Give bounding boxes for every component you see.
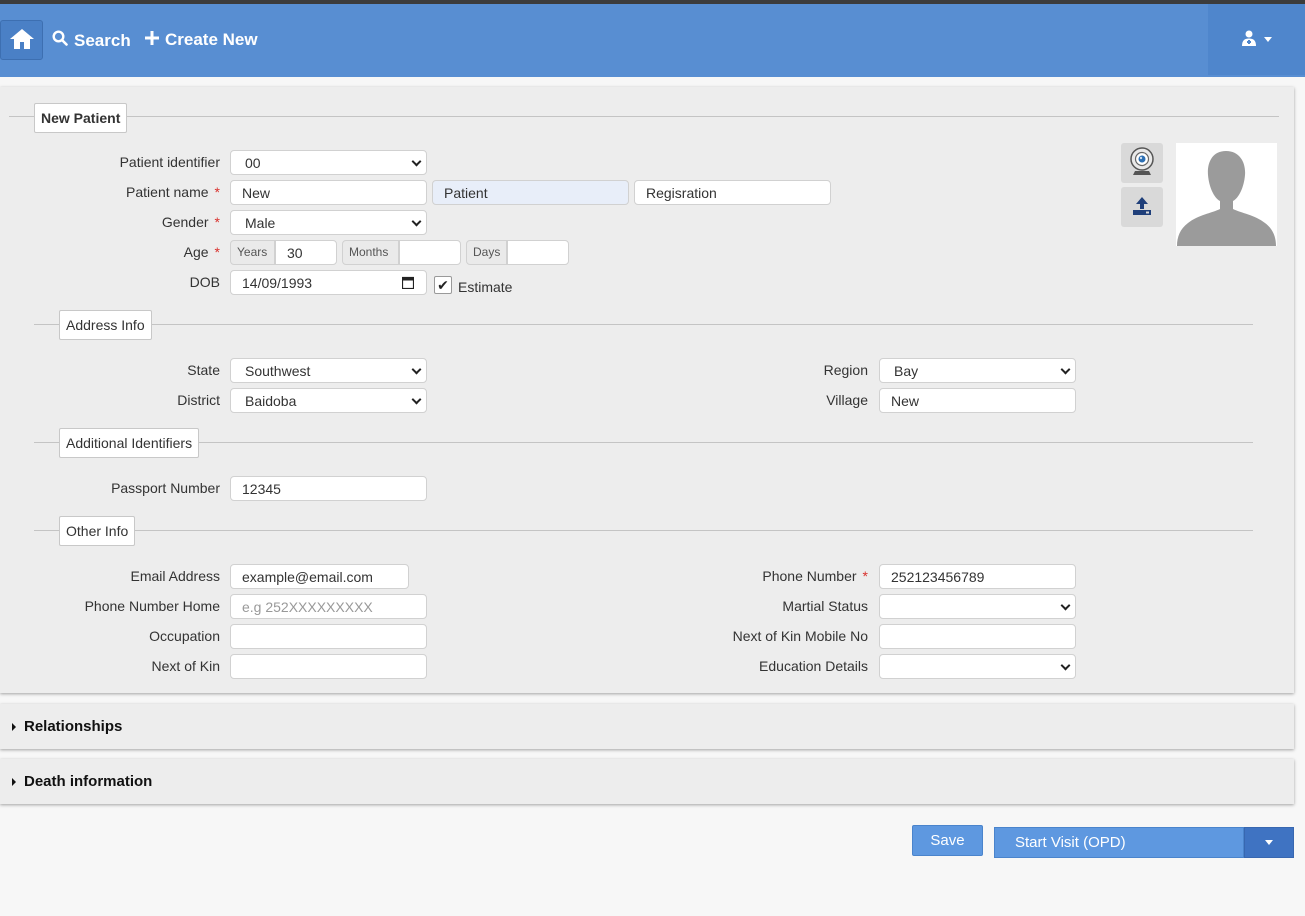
occupation-input[interactable] (230, 624, 427, 649)
age-days-input[interactable] (507, 240, 569, 265)
age-years-input[interactable]: 30 (275, 240, 337, 265)
start-visit-dropdown-button[interactable] (1244, 827, 1294, 858)
phone-number-label: Phone Number * (762, 568, 868, 584)
chevron-down-icon (1060, 660, 1071, 671)
gender-label: Gender * (161, 214, 220, 230)
district-label: District (177, 392, 220, 408)
address-info-legend: Address Info (59, 310, 152, 340)
age-label: Age * (183, 244, 220, 260)
new-patient-panel: New Patient Patient identifier 00 Patien… (0, 87, 1294, 693)
other-info-legend: Other Info (59, 516, 136, 546)
region-select[interactable]: Bay (879, 358, 1076, 383)
death-information-section-toggle[interactable]: Death information (0, 759, 1294, 804)
chevron-down-icon (1060, 600, 1071, 611)
state-select[interactable]: Southwest (230, 358, 427, 383)
passport-number-label: Passport Number (111, 480, 220, 496)
education-details-label: Education Details (759, 658, 868, 674)
divider (9, 116, 1279, 117)
last-name-input[interactable]: Regisration (634, 180, 831, 205)
caret-right-icon (12, 777, 16, 786)
chevron-down-icon (1265, 840, 1273, 845)
next-of-kin-label: Next of Kin (151, 658, 220, 674)
patient-identifier-label: Patient identifier (119, 154, 220, 170)
patient-name-label: Patient name * (126, 184, 220, 200)
first-name-input[interactable]: New (230, 180, 427, 205)
chevron-down-icon (411, 394, 422, 405)
passport-number-input[interactable]: 12345 (230, 476, 427, 501)
chevron-down-icon (411, 364, 422, 375)
region-label: Region (823, 362, 868, 378)
dob-date-input[interactable]: 14/09/1993 (230, 270, 427, 295)
middle-name-input[interactable]: Patient (432, 180, 629, 205)
phone-number-home-label: Phone Number Home (84, 598, 220, 614)
webcam-icon (1129, 146, 1155, 180)
search-label: Search (74, 30, 131, 50)
search-link[interactable]: Search (52, 30, 131, 51)
chevron-down-icon (1060, 364, 1071, 375)
email-address-input[interactable]: example@email.com (230, 564, 409, 589)
webcam-capture-button[interactable] (1121, 143, 1163, 183)
village-input[interactable]: New (879, 388, 1076, 413)
divider (34, 530, 1253, 531)
marital-status-select[interactable] (879, 594, 1076, 619)
days-addon: Days (466, 240, 507, 265)
create-new-link[interactable]: Create New (145, 30, 258, 50)
chevron-down-icon (411, 156, 422, 167)
create-new-label: Create New (165, 30, 258, 49)
death-information-title: Death information (24, 773, 153, 790)
next-of-kin-mobile-label: Next of Kin Mobile No (732, 628, 868, 644)
village-label: Village (826, 392, 868, 408)
phone-number-input[interactable]: 252123456789 (879, 564, 1076, 589)
home-button[interactable] (0, 20, 43, 60)
next-of-kin-mobile-input[interactable] (879, 624, 1076, 649)
search-icon (52, 30, 68, 51)
chevron-down-icon (411, 216, 422, 227)
estimate-label: Estimate (458, 279, 513, 295)
user-doctor-icon (1241, 30, 1256, 49)
relationships-section-toggle[interactable]: Relationships (0, 704, 1294, 749)
calendar-icon[interactable] (401, 276, 415, 292)
chevron-down-icon (1263, 37, 1272, 42)
dob-label: DOB (189, 274, 220, 290)
patient-photo-placeholder (1176, 143, 1277, 246)
additional-identifiers-legend: Additional Identifiers (59, 428, 200, 458)
plus-icon (145, 30, 159, 50)
divider (34, 442, 1253, 443)
age-months-input[interactable] (399, 240, 461, 265)
phone-number-home-input[interactable]: e.g 252XXXXXXXXX (230, 594, 427, 619)
relationships-title: Relationships (24, 718, 123, 735)
new-patient-legend: New Patient (34, 103, 128, 133)
education-details-select[interactable] (879, 654, 1076, 679)
gender-select[interactable]: Male (230, 210, 427, 235)
occupation-label: Occupation (149, 628, 220, 644)
divider (34, 324, 1253, 325)
upload-icon (1132, 196, 1152, 219)
estimate-checkbox[interactable]: ✔ (434, 276, 452, 294)
home-icon (8, 27, 36, 54)
caret-right-icon (12, 722, 16, 731)
user-menu-dropdown[interactable] (1208, 4, 1305, 75)
months-addon: Months (342, 240, 399, 265)
email-address-label: Email Address (130, 568, 220, 584)
next-of-kin-input[interactable] (230, 654, 427, 679)
state-label: State (187, 362, 220, 378)
district-select[interactable]: Baidoba (230, 388, 427, 413)
patient-identifier-select[interactable]: 00 (230, 150, 427, 175)
top-navigation-bar: Search Create New (0, 4, 1305, 77)
upload-photo-button[interactable] (1121, 187, 1163, 227)
start-visit-button[interactable]: Start Visit (OPD) (994, 827, 1244, 858)
marital-status-label: Martial Status (782, 598, 868, 614)
years-addon: Years (230, 240, 275, 265)
save-button[interactable]: Save (912, 825, 983, 856)
